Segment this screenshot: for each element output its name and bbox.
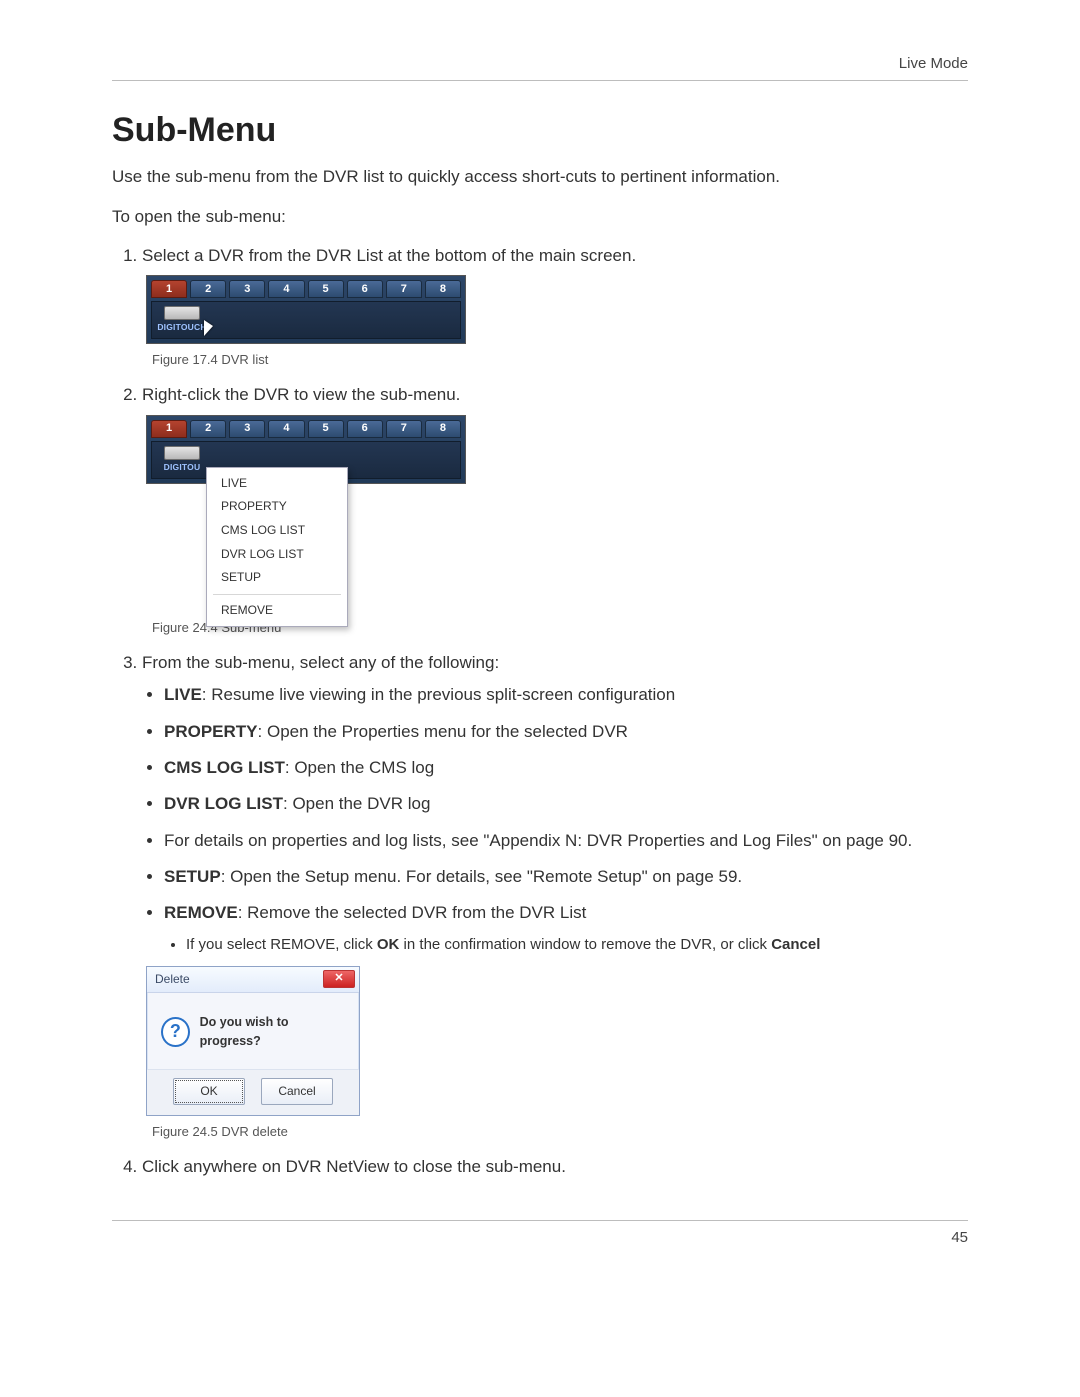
figure-3-caption: Figure 24.5 DVR delete	[152, 1122, 968, 1142]
opt-dvr-bold: DVR LOG LIST	[164, 794, 283, 813]
figure-1-caption: Figure 17.4 DVR list	[152, 350, 968, 370]
dvr-tab-row-2: 1 2 3 4 5 6 7 8	[147, 416, 465, 438]
dialog-button-row: OK Cancel	[147, 1069, 359, 1115]
opt-remove-bold: REMOVE	[164, 903, 238, 922]
opt-property-text: : Open the Properties menu for the selec…	[258, 722, 628, 741]
options-list: LIVE: Resume live viewing in the previou…	[142, 682, 968, 956]
page-number: 45	[112, 1229, 968, 1246]
dvr-device[interactable]: DIGITOUCH	[152, 303, 212, 337]
dialog-title: Delete	[155, 970, 190, 989]
step-2: Right-click the DVR to view the sub-menu…	[142, 382, 968, 637]
figure-sub-menu: 1 2 3 4 5 6 7 8 DIGITOU	[146, 415, 466, 612]
dvr-body: DIGITOUCH	[151, 301, 461, 339]
dvr-tab-2[interactable]: 2	[190, 280, 226, 298]
dvr-device-label: DIGITOUCH	[157, 321, 206, 334]
dialog-ok-button[interactable]: OK	[173, 1078, 245, 1105]
dvr-tab-6[interactable]: 6	[347, 280, 383, 298]
ctx-item-live[interactable]: LIVE	[207, 472, 347, 496]
remove-note-mid: in the confirmation window to remove the…	[399, 936, 771, 953]
dvr-tab-3b[interactable]: 3	[229, 420, 265, 438]
footer-rule	[112, 1220, 968, 1221]
dvr-tab-4b[interactable]: 4	[268, 420, 304, 438]
ctx-item-remove[interactable]: REMOVE	[207, 599, 347, 623]
opt-remove-text: : Remove the selected DVR from the DVR L…	[238, 903, 587, 922]
opt-property: PROPERTY: Open the Properties menu for t…	[164, 719, 968, 745]
opt-property-bold: PROPERTY	[164, 722, 258, 741]
dvr-tab-1[interactable]: 1	[151, 280, 187, 298]
step-4-text: Click anywhere on DVR NetView to close t…	[142, 1157, 566, 1176]
dvr-tab-7[interactable]: 7	[386, 280, 422, 298]
dvr-device-label-2: DIGITOU	[164, 461, 201, 474]
dvr-tab-1b[interactable]: 1	[151, 420, 187, 438]
opt-dvr-log: DVR LOG LIST: Open the DVR log	[164, 791, 968, 817]
dialog-message: Do you wish to progress?	[200, 1013, 345, 1052]
opt-remove: REMOVE: Remove the selected DVR from the…	[164, 900, 968, 956]
ctx-item-dvr-log[interactable]: DVR LOG LIST	[207, 543, 347, 567]
step-4: Click anywhere on DVR NetView to close t…	[142, 1154, 968, 1180]
step-1: Select a DVR from the DVR List at the bo…	[142, 243, 968, 370]
figure-dvr-list: 1 2 3 4 5 6 7 8 DIGITOUCH	[146, 275, 466, 344]
dvr-device-icon	[164, 306, 200, 320]
opt-live-text: : Resume live viewing in the previous sp…	[202, 685, 675, 704]
dvr-device-2[interactable]: DIGITOU	[152, 443, 212, 477]
steps-list: Select a DVR from the DVR List at the bo…	[112, 243, 968, 1180]
step-1-text: Select a DVR from the DVR List at the bo…	[142, 246, 636, 265]
opt-live-bold: LIVE	[164, 685, 202, 704]
dvr-tab-3[interactable]: 3	[229, 280, 265, 298]
intro-paragraph: Use the sub-menu from the DVR list to qu…	[112, 164, 968, 190]
step-2-text: Right-click the DVR to view the sub-menu…	[142, 385, 460, 404]
ctx-item-property[interactable]: PROPERTY	[207, 495, 347, 519]
opt-setup: SETUP: Open the Setup menu. For details,…	[164, 864, 968, 890]
opt-cms-log: CMS LOG LIST: Open the CMS log	[164, 755, 968, 781]
opt-setup-text: : Open the Setup menu. For details, see …	[221, 867, 742, 886]
opt-dvr-text: : Open the DVR log	[283, 794, 430, 813]
opt-live: LIVE: Resume live viewing in the previou…	[164, 682, 968, 708]
opt-setup-bold: SETUP	[164, 867, 221, 886]
open-line: To open the sub-menu:	[112, 204, 968, 230]
remove-note: If you select REMOVE, click OK in the co…	[186, 933, 968, 956]
ctx-separator	[213, 594, 341, 595]
dialog-body: ? Do you wish to progress?	[147, 993, 359, 1070]
dialog-close-button[interactable]: ✕	[323, 970, 355, 988]
step-3: From the sub-menu, select any of the fol…	[142, 650, 968, 1142]
header-rule	[112, 80, 968, 81]
ctx-item-setup[interactable]: SETUP	[207, 566, 347, 590]
step-3-lead: From the sub-menu, select any of the fol…	[142, 653, 499, 672]
page: Live Mode Sub-Menu Use the sub-menu from…	[0, 0, 1080, 1397]
opt-cms-text: : Open the CMS log	[285, 758, 434, 777]
dvr-tab-5[interactable]: 5	[308, 280, 344, 298]
remove-sub: If you select REMOVE, click OK in the co…	[164, 933, 968, 956]
delete-dialog: Delete ✕ ? Do you wish to progress? OK C…	[146, 966, 360, 1116]
dvr-tab-6b[interactable]: 6	[347, 420, 383, 438]
dialog-cancel-button[interactable]: Cancel	[261, 1078, 333, 1105]
dvr-device-icon-2	[164, 446, 200, 460]
header-section-label: Live Mode	[112, 55, 968, 72]
remove-note-pre: If you select REMOVE, click	[186, 936, 377, 953]
ctx-item-cms-log[interactable]: CMS LOG LIST	[207, 519, 347, 543]
opt-cms-bold: CMS LOG LIST	[164, 758, 285, 777]
dvr-tab-5b[interactable]: 5	[308, 420, 344, 438]
dialog-titlebar: Delete ✕	[147, 967, 359, 993]
page-title: Sub-Menu	[112, 111, 968, 150]
question-icon: ?	[161, 1017, 190, 1047]
remove-note-cancel: Cancel	[771, 936, 820, 953]
opt-details: For details on properties and log lists,…	[164, 828, 968, 854]
context-menu: LIVE PROPERTY CMS LOG LIST DVR LOG LIST …	[206, 467, 348, 628]
dvr-tab-8[interactable]: 8	[425, 280, 461, 298]
dvr-tab-4[interactable]: 4	[268, 280, 304, 298]
dvr-tab-7b[interactable]: 7	[386, 420, 422, 438]
dvr-tab-8b[interactable]: 8	[425, 420, 461, 438]
opt-details-text: For details on properties and log lists,…	[164, 831, 912, 850]
dvr-tab-row: 1 2 3 4 5 6 7 8	[147, 276, 465, 298]
remove-note-ok: OK	[377, 936, 400, 953]
dvr-tab-2b[interactable]: 2	[190, 420, 226, 438]
